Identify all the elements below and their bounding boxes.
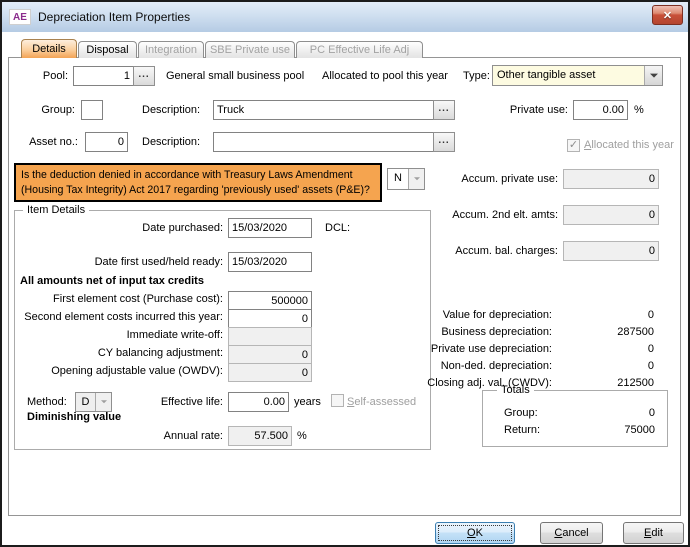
- method-value: D: [76, 393, 95, 411]
- second-element-costs-input[interactable]: [228, 309, 312, 328]
- allocated-this-year-label: Allocated this year: [584, 139, 674, 151]
- question-line-1: Is the deduction denied in accordance wi…: [21, 168, 375, 183]
- annual-rate-label: Annual rate:: [140, 430, 223, 442]
- group-label: Group:: [18, 104, 75, 116]
- totals-return-value: 75000: [565, 424, 655, 436]
- first-element-cost-label: First element cost (Purchase cost):: [16, 293, 223, 305]
- asset-no-label: Asset no.:: [18, 136, 78, 148]
- accum-private-use-label: Accum. private use:: [420, 173, 558, 185]
- opening-adjustable-value-field: [228, 363, 312, 382]
- self-assessed-checkbox: [331, 394, 344, 407]
- dcl-label: DCL:: [325, 222, 350, 234]
- item-details-legend: Item Details: [23, 204, 89, 216]
- description2-browse-button[interactable]: ...: [433, 132, 455, 152]
- private-use-unit: %: [634, 104, 644, 116]
- private-use-label: Private use:: [470, 104, 568, 116]
- description1-input[interactable]: [213, 100, 434, 120]
- tab-integration: Integration: [138, 41, 204, 58]
- ellipsis-icon: ...: [138, 69, 149, 80]
- deduction-denied-question: Is the deduction denied in accordance wi…: [14, 163, 382, 202]
- accum-2nd-elt-amts-label: Accum. 2nd elt. amts:: [420, 209, 558, 221]
- description2-input[interactable]: [213, 132, 434, 152]
- second-element-costs-label: Second element costs incurred this year:: [16, 311, 223, 323]
- chevron-down-icon[interactable]: [95, 393, 111, 411]
- description1-label: Description:: [142, 104, 200, 116]
- business-depreciation-label: Business depreciation:: [400, 326, 552, 338]
- net-of-tax-credits-note: All amounts net of input tax credits: [20, 275, 204, 287]
- pool-label: Pool:: [18, 70, 68, 82]
- asset-no-input[interactable]: [85, 132, 128, 152]
- private-use-input[interactable]: [573, 100, 628, 120]
- type-dropdown[interactable]: Other tangible asset: [492, 65, 663, 86]
- totals-return-label: Return:: [504, 424, 540, 436]
- business-depreciation-value: 287500: [570, 326, 654, 338]
- date-purchased-input[interactable]: [228, 218, 312, 238]
- cy-balancing-adjustment-field: [228, 345, 312, 364]
- private-use-depreciation-label: Private use depreciation:: [400, 343, 552, 355]
- pool-browse-button[interactable]: ...: [133, 66, 155, 86]
- deduction-answer-value: N: [388, 169, 408, 189]
- cy-balancing-adjustment-label: CY balancing adjustment:: [16, 347, 223, 359]
- effective-life-input[interactable]: [228, 392, 289, 412]
- tab-disposal[interactable]: Disposal: [78, 41, 137, 58]
- accum-private-use-field: [563, 169, 659, 189]
- accum-2nd-elt-amts-field: [563, 205, 659, 225]
- tab-sbe-private-use: SBE Private use: [205, 41, 295, 58]
- accum-bal-charges-field: [563, 241, 659, 261]
- tab-pc-effective-life-adj: PC Effective Life Adj: [296, 41, 423, 58]
- window-title: Depreciation Item Properties: [38, 10, 190, 24]
- title-bar: AE Depreciation Item Properties ✕: [2, 2, 688, 32]
- dialog-depreciation-item-properties: AE Depreciation Item Properties ✕ Detail…: [0, 0, 690, 547]
- chevron-down-icon[interactable]: [644, 66, 662, 85]
- close-icon: ✕: [663, 10, 672, 22]
- non-ded-depreciation-label: Non-ded. depreciation:: [400, 360, 552, 372]
- value-for-depreciation-value: 0: [570, 309, 654, 321]
- totals-group-label: Group:: [504, 407, 538, 419]
- close-button[interactable]: ✕: [652, 5, 683, 25]
- ellipsis-icon: ...: [438, 135, 449, 146]
- pool-name-text: General small business pool: [166, 70, 304, 82]
- edit-button[interactable]: Edit: [623, 522, 684, 544]
- annual-rate-field: [228, 426, 292, 446]
- description1-browse-button[interactable]: ...: [433, 100, 455, 120]
- date-purchased-label: Date purchased:: [80, 222, 223, 234]
- type-label: Type:: [463, 70, 490, 82]
- date-first-used-label: Date first used/held ready:: [80, 256, 223, 268]
- self-assessed-label: Self-assessed: [347, 396, 416, 408]
- effective-life-label: Effective life:: [140, 396, 223, 408]
- method-label: Method:: [27, 396, 67, 408]
- non-ded-depreciation-value: 0: [570, 360, 654, 372]
- allocated-this-year-checkbox: ✓: [567, 139, 580, 152]
- closing-adj-val-value: 212500: [570, 377, 654, 389]
- app-icon: AE: [9, 9, 31, 25]
- immediate-write-off-field: [228, 327, 312, 346]
- question-line-2: (Housing Tax Integrity) Act 2017 regardi…: [21, 183, 375, 198]
- description2-label: Description:: [142, 136, 200, 148]
- opening-adjustable-value-label: Opening adjustable value (OWDV):: [16, 365, 223, 377]
- totals-group-value: 0: [565, 407, 655, 419]
- effective-life-unit: years: [294, 396, 321, 408]
- annual-rate-unit: %: [297, 430, 307, 442]
- private-use-depreciation-value: 0: [570, 343, 654, 355]
- ok-button[interactable]: OK: [435, 522, 515, 544]
- closing-adj-val-label: Closing adj. val. (CWDV):: [400, 377, 552, 389]
- cancel-button[interactable]: Cancel: [540, 522, 603, 544]
- method-note: Diminishing value: [27, 411, 121, 423]
- value-for-depreciation-label: Value for depreciation:: [400, 309, 552, 321]
- ellipsis-icon: ...: [438, 103, 449, 114]
- accum-bal-charges-label: Accum. bal. charges:: [420, 245, 558, 257]
- immediate-write-off-label: Immediate write-off:: [16, 329, 223, 341]
- method-dropdown[interactable]: D: [75, 392, 112, 412]
- group-input[interactable]: [81, 100, 103, 120]
- first-element-cost-input[interactable]: [228, 291, 312, 310]
- tab-details[interactable]: Details: [21, 39, 77, 58]
- date-first-used-input[interactable]: [228, 252, 312, 272]
- pool-input[interactable]: [73, 66, 134, 86]
- check-icon: ✓: [568, 140, 579, 151]
- pool-allocated-note: Allocated to pool this year: [322, 70, 448, 82]
- type-value: Other tangible asset: [493, 66, 644, 85]
